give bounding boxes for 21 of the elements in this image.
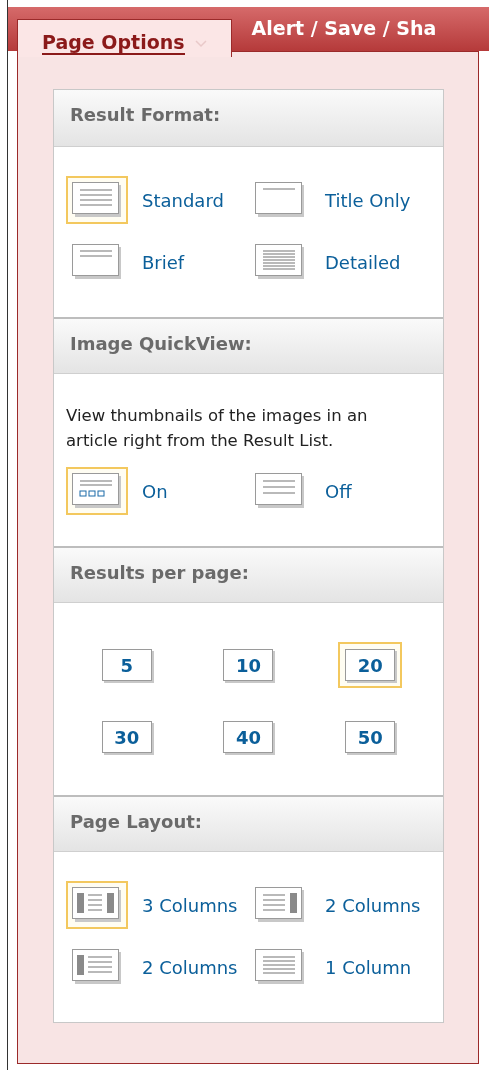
option-thumbnail-icon[interactable]	[66, 176, 128, 224]
option-link[interactable]: 2 Columns	[325, 894, 421, 916]
option-link[interactable]: 3 Columns	[142, 894, 238, 916]
caret-icon	[194, 39, 207, 48]
section-header: Image QuickView:	[54, 317, 443, 374]
section-description: View thumbnails of the images in an article right from the Result List.	[66, 405, 369, 452]
option-link[interactable]: Detailed	[325, 251, 401, 273]
section-header: Results per page:	[54, 546, 443, 603]
option-thumbnail-icon[interactable]	[66, 881, 128, 929]
option-link[interactable]: Brief	[142, 251, 185, 273]
page-size-button[interactable]: 20	[338, 642, 403, 688]
section-header: Page Layout:	[54, 795, 443, 852]
option-link[interactable]: 1 Column	[325, 956, 412, 978]
section-header: Result Format:	[54, 90, 443, 147]
option-link[interactable]: Off	[325, 480, 352, 502]
option-link[interactable]: 2 Columns	[142, 956, 238, 978]
option-link[interactable]: On	[142, 480, 168, 502]
page-options-tab[interactable]: Page Options	[17, 19, 232, 57]
option-thumbnail-icon[interactable]	[66, 467, 128, 515]
option-link[interactable]: Standard	[142, 189, 224, 211]
option-link[interactable]: Title Only	[325, 189, 411, 211]
